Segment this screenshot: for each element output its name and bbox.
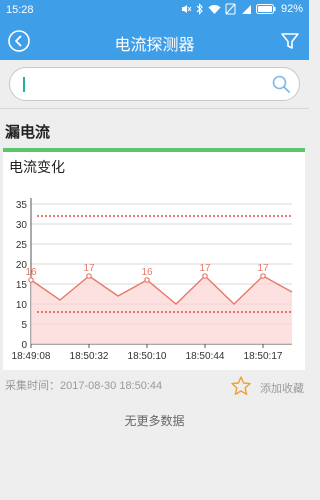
data-point <box>28 277 34 283</box>
x-tick-label: 18:50:17 <box>244 351 283 362</box>
y-tick-label: 30 <box>16 220 28 231</box>
x-tick-label: 18:50:32 <box>70 351 109 362</box>
data-label: 17 <box>83 263 95 274</box>
wifi-icon <box>208 4 221 14</box>
status-bar: 15:28 92% <box>0 0 309 22</box>
data-label: 16 <box>141 267 153 278</box>
filter-button[interactable] <box>279 30 301 52</box>
data-label: 17 <box>199 263 211 274</box>
y-tick-label: 15 <box>16 280 28 291</box>
filter-icon <box>281 33 299 49</box>
favorite-button[interactable] <box>230 375 252 397</box>
y-tick-label: 35 <box>16 200 28 211</box>
y-tick-label: 5 <box>21 320 27 331</box>
data-label: 16 <box>25 267 37 278</box>
y-tick-label: 25 <box>16 240 28 251</box>
search-box <box>9 67 300 101</box>
data-label: 17 <box>257 263 269 274</box>
search-input[interactable] <box>22 73 262 95</box>
data-point <box>260 273 266 279</box>
section-title: 漏电流 <box>5 124 51 141</box>
data-point <box>144 277 150 283</box>
x-tick-label: 18:50:10 <box>128 351 167 362</box>
status-time: 15:28 <box>6 4 34 16</box>
search-button[interactable] <box>271 74 291 94</box>
no-more-data: 无更多数据 <box>124 414 185 428</box>
star-outline-icon <box>231 376 251 395</box>
data-point <box>86 273 92 279</box>
battery-percent: 92% <box>280 3 303 15</box>
text-cursor <box>23 77 25 92</box>
data-point <box>202 273 208 279</box>
current-chart: 0510152025303518:49:08 18:50:32 18:50:10 18… <box>12 198 293 362</box>
collect-time: 采集时间：2017-08-30 18:50:44 <box>5 380 163 392</box>
signal-icon <box>241 4 251 14</box>
x-tick-label: 18:50:44 <box>186 351 225 362</box>
x-tick-label: 18:49:08 <box>12 351 51 362</box>
bluetooth-icon <box>196 3 203 15</box>
y-tick-label: 0 <box>21 340 27 351</box>
no-sim-icon <box>225 3 236 15</box>
page-title: 电流探测器 <box>114 37 195 54</box>
chart-card: 电流变化 0 5 10 15 20 25 30 35 18:49:08 18:50:32 18:50… <box>3 148 305 370</box>
app-bar: 电流探测器 <box>0 22 309 60</box>
battery-icon <box>255 4 276 14</box>
status-icons: 92% <box>180 3 303 15</box>
y-tick-label: 10 <box>16 300 28 311</box>
favorite-label[interactable]: 添加收藏 <box>260 380 304 396</box>
search-icon <box>272 75 290 93</box>
mute-icon <box>181 5 192 13</box>
divider <box>0 108 309 109</box>
